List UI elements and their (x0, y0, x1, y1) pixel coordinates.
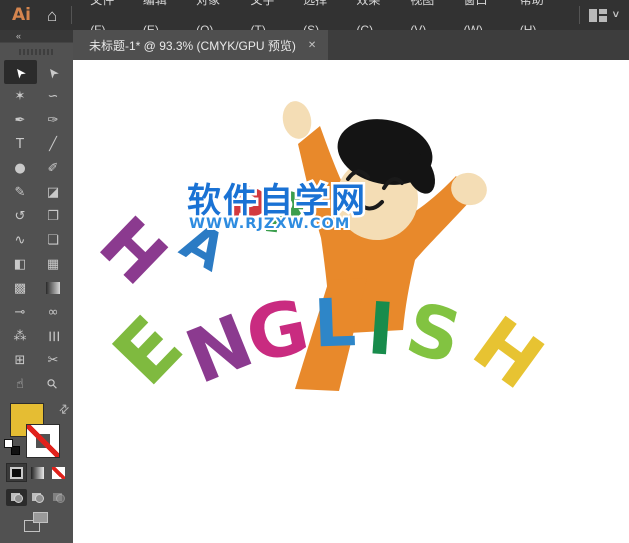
letter-i: I (365, 286, 398, 372)
column-graph-tool[interactable]: ☰ (37, 324, 70, 348)
eraser-icon: ◪ (47, 186, 59, 199)
eyedropper-icon: ⊸ (15, 306, 26, 319)
mesh-icon: ▩ (14, 282, 26, 295)
slice-icon: ✂ (48, 354, 59, 367)
symbol-sprayer-icon: ⁂ (14, 330, 27, 343)
column-graph-icon: ☰ (47, 330, 60, 342)
illustrator-window: Ai ⌂ 文件(F) 编辑(E) 对象(O) 文字(T) 选择(S) 效果(C)… (0, 0, 629, 543)
screen-mode-icon[interactable] (24, 512, 48, 532)
gradient-icon (46, 282, 60, 294)
letter-e: E (96, 299, 201, 403)
swap-fill-stroke-icon[interactable]: ⇄ (55, 400, 72, 417)
draw-inside-button[interactable] (48, 489, 69, 506)
zoom-tool[interactable]: ⚲ (37, 372, 70, 396)
ellipse-tool[interactable]: ● (4, 156, 37, 180)
curvature-tool[interactable]: ✑ (37, 108, 70, 132)
zoom-icon: ⚲ (45, 376, 61, 392)
shape-builder-icon: ◧ (14, 258, 26, 271)
document-tab-bar: 未标题-1* @ 93.3% (CMYK/GPU 预览) ✕ (73, 30, 629, 60)
letter-l: L (313, 284, 358, 362)
letter-s: S (398, 286, 469, 380)
type-icon: T (16, 138, 24, 151)
perspective-grid-tool[interactable]: ▦ (37, 252, 70, 276)
blend-tool[interactable]: ∞ (37, 300, 70, 324)
selection-cursor-icon: ➤ (12, 64, 29, 81)
document-tab-title: 未标题-1* @ 93.3% (CMYK/GPU 预览) (89, 37, 296, 54)
eyedropper-tool[interactable]: ⊸ (4, 300, 37, 324)
panel-collapse-icon[interactable]: « (0, 30, 73, 43)
gradient-button[interactable] (27, 463, 48, 482)
home-icon[interactable]: ⌂ (47, 7, 57, 24)
mesh-tool[interactable]: ▩ (4, 276, 37, 300)
paintbrush-tool[interactable]: ✐ (37, 156, 70, 180)
document-tab[interactable]: 未标题-1* @ 93.3% (CMYK/GPU 预览) ✕ (73, 30, 328, 60)
close-icon[interactable]: ✕ (308, 40, 316, 51)
default-fill-stroke-icon[interactable] (4, 439, 20, 455)
ellipse-icon: ● (14, 162, 25, 175)
happy-english-artwork[interactable]: H A P P E N G L I S H 软件自学网 WWW.RJZXW.CO… (73, 60, 629, 543)
drawing-mode-buttons (6, 489, 69, 506)
hand-tool[interactable]: ☝ (4, 372, 37, 396)
rotate-tool[interactable]: ↺ (4, 204, 37, 228)
scale-icon: ❐ (47, 210, 59, 223)
none-icon (52, 467, 65, 479)
blend-icon: ∞ (48, 306, 59, 319)
eraser-tool[interactable]: ◪ (37, 180, 70, 204)
symbol-sprayer-tool[interactable]: ⁂ (4, 324, 37, 348)
app-logo: Ai (12, 5, 31, 25)
tools-grid: ➤ ➤ ✶ ∽ ✒ ✑ T ╱ ● ✐ ✎ ◪ ↺ ❐ ∿ ❏ ◧ ▦ ▩ ⊸ … (0, 60, 73, 396)
none-slash-icon (27, 425, 59, 457)
pencil-tool[interactable]: ✎ (4, 180, 37, 204)
pen-icon: ✒ (15, 114, 26, 127)
shape-builder-tool[interactable]: ◧ (4, 252, 37, 276)
menu-divider (71, 6, 72, 24)
slice-tool[interactable]: ✂ (37, 348, 70, 372)
direct-selection-cursor-icon: ➤ (45, 64, 62, 81)
menu-divider (579, 6, 580, 24)
letter-h2: H (458, 300, 559, 406)
free-transform-icon: ❏ (47, 234, 59, 247)
color-button[interactable] (6, 463, 27, 482)
watermark-title: 软件自学网 (187, 181, 367, 221)
letter-h1: H (84, 201, 183, 301)
draw-behind-button[interactable] (27, 489, 48, 506)
magic-wand-tool[interactable]: ✶ (4, 84, 37, 108)
scale-tool[interactable]: ❐ (37, 204, 70, 228)
magic-wand-icon: ✶ (15, 90, 26, 103)
document-canvas[interactable]: H A P P E N G L I S H 软件自学网 WWW.RJZXW.CO… (73, 60, 629, 543)
color-icon (10, 467, 23, 479)
perspective-grid-icon: ▦ (47, 258, 59, 271)
workspace-switcher-icon[interactable] (589, 9, 607, 22)
width-icon: ∿ (15, 234, 26, 247)
type-tool[interactable]: T (4, 132, 37, 156)
menu-bar: Ai ⌂ 文件(F) 编辑(E) 对象(O) 文字(T) 选择(S) 效果(C)… (0, 0, 629, 30)
artboard-tool[interactable]: ⊞ (4, 348, 37, 372)
pen-tool[interactable]: ✒ (4, 108, 37, 132)
draw-normal-button[interactable] (6, 489, 27, 506)
paintbrush-icon: ✐ (48, 162, 59, 175)
gradient-tool[interactable] (37, 276, 70, 300)
stroke-color-swatch[interactable] (26, 424, 60, 458)
curvature-pen-icon: ✑ (48, 114, 59, 127)
tools-panel: « ➤ ➤ ✶ ∽ ✒ ✑ T ╱ ● ✐ ✎ ◪ ↺ ❐ ∿ ❏ ◧ ▦ ▩ … (0, 30, 73, 543)
rotate-icon: ↺ (15, 210, 26, 223)
width-tool[interactable]: ∿ (4, 228, 37, 252)
lasso-tool[interactable]: ∽ (37, 84, 70, 108)
artboard-icon: ⊞ (15, 354, 26, 367)
lasso-icon: ∽ (48, 90, 59, 103)
paint-style-buttons (6, 463, 69, 482)
selection-tool[interactable]: ➤ (4, 60, 37, 84)
direct-selection-tool[interactable]: ➤ (37, 60, 70, 84)
line-icon: ╱ (49, 138, 57, 151)
none-button[interactable] (48, 463, 69, 482)
free-transform-tool[interactable]: ❏ (37, 228, 70, 252)
gradient-swatch-icon (31, 467, 44, 479)
chevron-down-icon[interactable]: ˅ (613, 9, 619, 21)
panel-grip[interactable] (0, 43, 73, 60)
watermark-url: WWW.RJZXW.COM (189, 216, 350, 232)
pencil-icon: ✎ (15, 186, 26, 199)
hand-icon: ☝ (16, 378, 24, 391)
line-segment-tool[interactable]: ╱ (37, 132, 70, 156)
